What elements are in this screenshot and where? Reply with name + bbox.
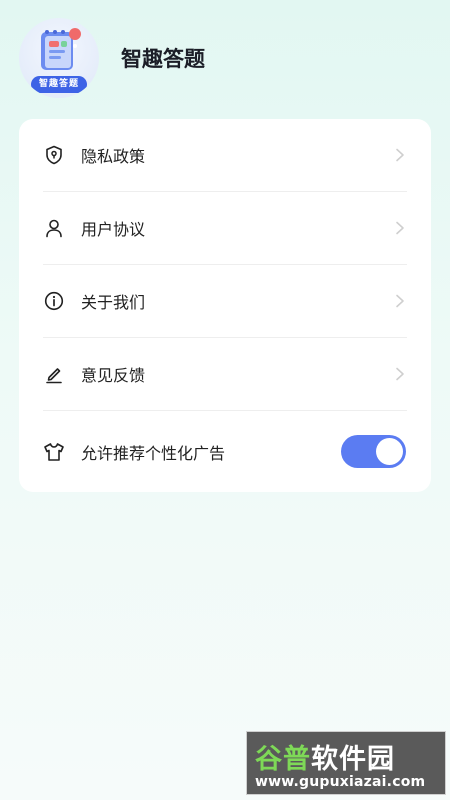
avatar-badge-label: 智趣答题 bbox=[31, 76, 87, 93]
menu-item-privacy-policy[interactable]: 隐私政策 bbox=[43, 119, 407, 192]
menu-item-label: 隐私政策 bbox=[81, 147, 146, 166]
edit-icon bbox=[43, 363, 65, 385]
shirt-icon bbox=[43, 441, 65, 463]
menu-item-label: 允许推荐个性化广告 bbox=[81, 443, 226, 463]
settings-card: 隐私政策 用户协议 关于我们 意见反馈 允许推荐个性化广告 bbox=[19, 119, 431, 492]
chevron-right-icon bbox=[393, 148, 407, 162]
user-icon bbox=[43, 217, 65, 239]
menu-item-label: 用户协议 bbox=[81, 220, 146, 239]
toggle-knob bbox=[376, 438, 403, 465]
watermark-url: www.gupuxiazai.com bbox=[255, 774, 426, 790]
app-header: 智趣答题 智趣答题 bbox=[19, 18, 205, 98]
chevron-right-icon bbox=[393, 221, 407, 235]
watermark-logo: 谷普软件园 www.gupuxiazai.com bbox=[246, 731, 446, 795]
menu-item-label: 关于我们 bbox=[81, 293, 146, 312]
info-icon bbox=[43, 290, 65, 312]
menu-item-personalized-ads: 允许推荐个性化广告 bbox=[43, 411, 407, 492]
shield-icon bbox=[43, 144, 65, 166]
notebook-logo-icon bbox=[41, 28, 82, 70]
chevron-right-icon bbox=[393, 294, 407, 308]
menu-item-label: 意见反馈 bbox=[81, 366, 146, 385]
menu-item-user-agreement[interactable]: 用户协议 bbox=[43, 192, 407, 265]
app-title: 智趣答题 bbox=[121, 47, 205, 71]
watermark-title: 谷普软件园 bbox=[255, 744, 395, 775]
app-avatar: 智趣答题 bbox=[19, 18, 99, 98]
chevron-right-icon bbox=[393, 367, 407, 381]
personalized-ads-toggle[interactable] bbox=[341, 435, 406, 468]
menu-item-feedback[interactable]: 意见反馈 bbox=[43, 338, 407, 411]
menu-item-about-us[interactable]: 关于我们 bbox=[43, 265, 407, 338]
